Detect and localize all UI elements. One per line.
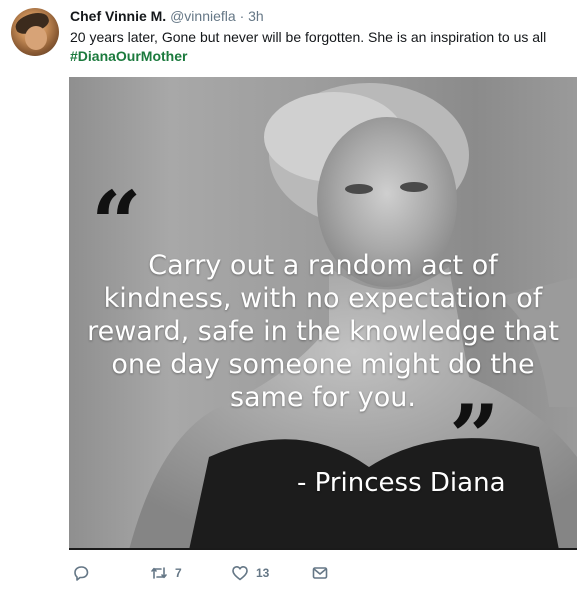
tweet-timestamp[interactable]: 3h [248,8,264,24]
envelope-icon [312,567,328,579]
heart-icon [232,566,248,581]
retweet-button[interactable]: 7 [150,563,182,583]
retweet-count: 7 [175,566,182,580]
quote-attribution: - Princess Diana [297,468,506,498]
avatar-face [25,26,47,50]
quote-line: kindness, with no expectation of [103,283,543,314]
like-button[interactable]: 13 [231,563,269,583]
retweet-icon [151,567,167,579]
header-separator: · [239,8,245,24]
like-count: 13 [256,566,270,580]
tweet-body: 20 years later, Gone but never will be f… [70,29,547,45]
quote-text: Carry out a random act of kindness, with… [69,249,577,414]
author-handle[interactable]: @vinniefla [170,8,236,24]
avatar[interactable] [11,8,59,56]
tweet-actions: 7 13 [70,563,370,583]
hashtag-link[interactable]: #DianaOurMother [70,47,575,66]
direct-message-button[interactable] [311,563,336,583]
tweet-media-image[interactable]: “ Carry out a random act of kindness, wi… [69,77,577,550]
tweet-header: Chef Vinnie M. @vinniefla · 3h [70,7,264,25]
quote-line: reward, safe in the knowledge that [87,316,559,347]
quote-line: same for you. [229,382,416,413]
tweet: Chef Vinnie M. @vinniefla · 3h 20 years … [0,0,587,594]
quote-line: Carry out a random act of [148,250,498,281]
tweet-text: 20 years later, Gone but never will be f… [70,28,575,66]
reply-button[interactable] [72,563,97,583]
quote-line: one day someone might do the [111,349,535,380]
author-name[interactable]: Chef Vinnie M. [70,8,166,24]
reply-icon [74,566,89,581]
